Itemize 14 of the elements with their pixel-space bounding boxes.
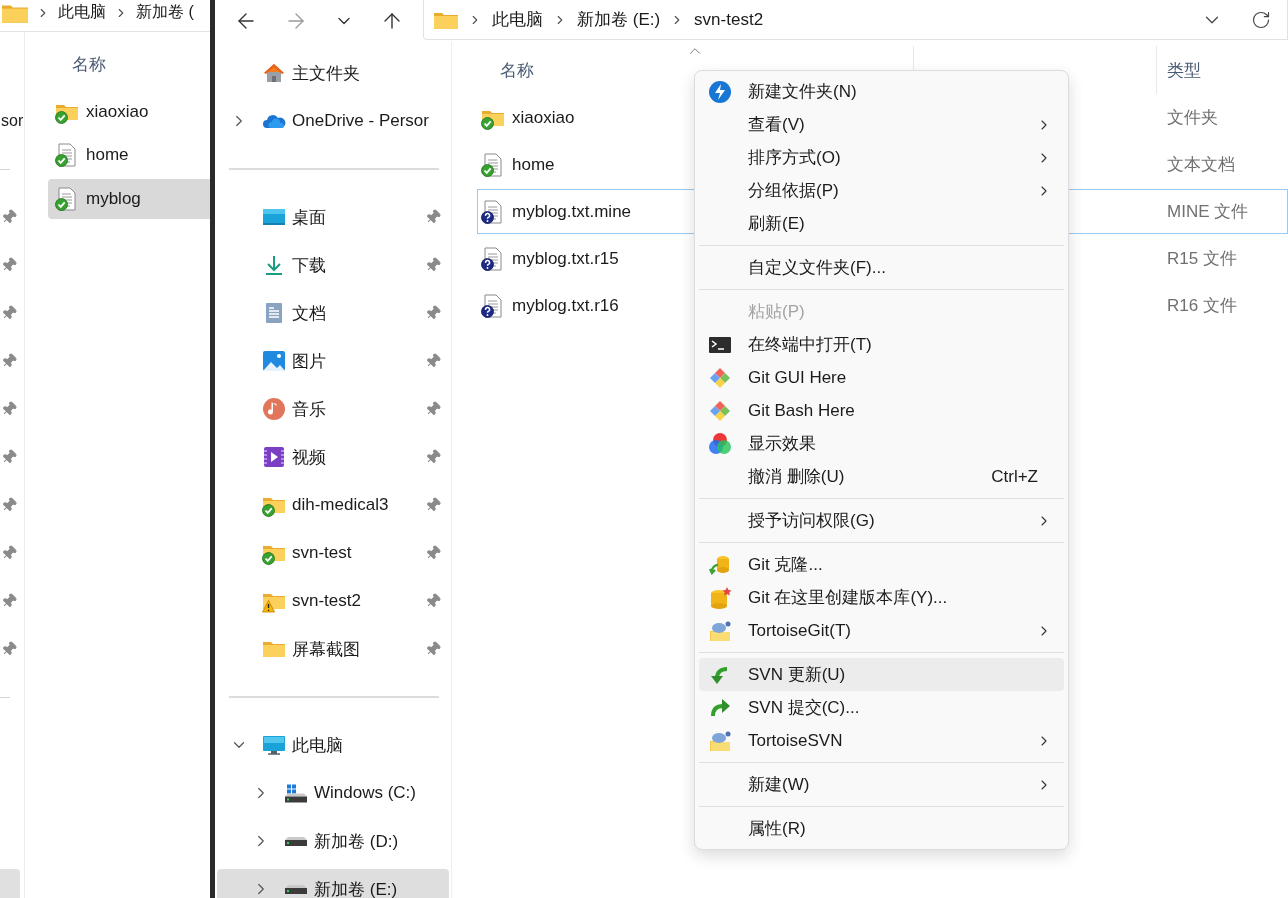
file-type: R16 文件 — [1166, 295, 1238, 317]
file-name: myblog.txt.r16 — [512, 295, 619, 316]
file-name: home — [86, 145, 129, 165]
file-name: home — [512, 154, 555, 175]
file-name: myblog.txt.r15 — [512, 248, 619, 269]
file-type: R15 文件 — [1166, 248, 1238, 270]
file-name: xiaoxiao — [512, 107, 575, 128]
shortcut-text: Ctrl+Z — [991, 466, 1038, 487]
file-type: MINE 文件 — [1166, 201, 1250, 223]
file-name: myblog.txt.mine — [512, 201, 632, 222]
file-type: 文本文档 — [1166, 154, 1236, 176]
file-name: myblog — [86, 188, 141, 209]
file-type: 文件夹 — [1166, 107, 1219, 129]
file-name: xiaoxiao — [86, 101, 149, 122]
